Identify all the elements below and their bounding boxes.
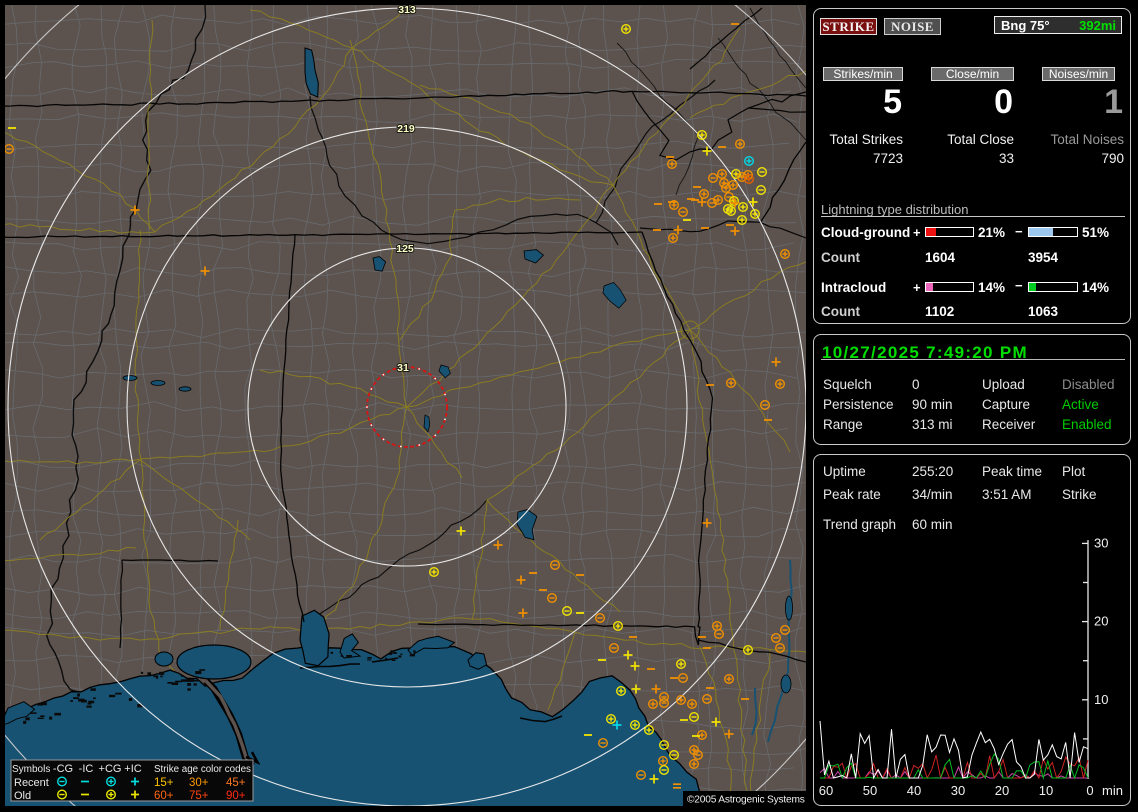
svg-text:45+: 45+ (226, 777, 246, 789)
svg-text:15+: 15+ (154, 777, 174, 789)
svg-text:20: 20 (1094, 614, 1108, 629)
svg-text:90+: 90+ (226, 790, 246, 802)
svg-text:60+: 60+ (154, 790, 174, 802)
svg-text:30: 30 (1094, 535, 1108, 550)
svg-text:©2005 Astrogenic Systems: ©2005 Astrogenic Systems (687, 795, 805, 806)
svg-text:-CG: -CG (53, 763, 73, 775)
svg-text:Symbols: Symbols (12, 764, 50, 775)
svg-text:-IC: -IC (79, 763, 94, 775)
svg-text:30+: 30+ (189, 777, 209, 789)
svg-text:Recent: Recent (14, 777, 49, 789)
svg-text:Strike age color codes: Strike age color codes (154, 764, 251, 775)
svg-text:+CG: +CG (99, 763, 122, 775)
svg-text:+IC: +IC (124, 763, 141, 775)
svg-text:Old: Old (14, 790, 31, 802)
svg-text:75+: 75+ (189, 790, 209, 802)
svg-text:10: 10 (1094, 692, 1108, 707)
